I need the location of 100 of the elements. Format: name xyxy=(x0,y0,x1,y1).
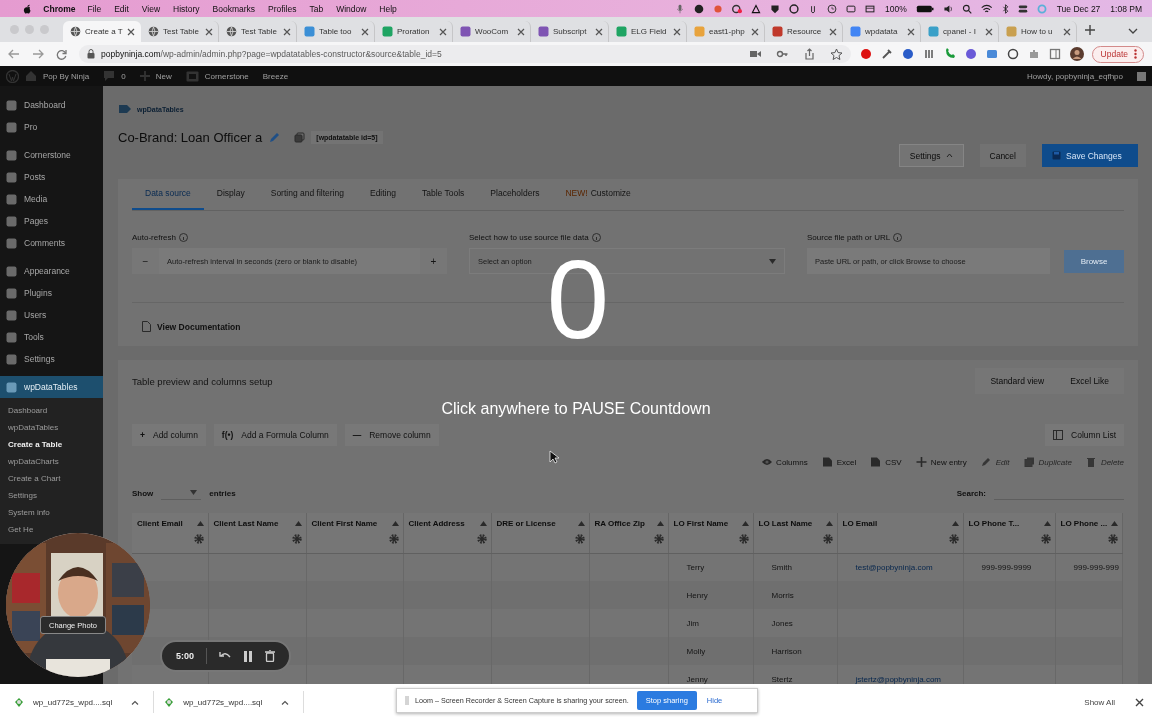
share-icon[interactable] xyxy=(802,48,816,60)
plus-button[interactable]: + xyxy=(420,248,447,274)
update-button[interactable]: Update xyxy=(1091,45,1144,63)
submenu-item[interactable]: Create a Table xyxy=(8,436,63,453)
email-link[interactable]: test@popbyninja.com xyxy=(855,562,933,572)
sort-icon[interactable] xyxy=(479,521,487,526)
volume-icon[interactable] xyxy=(943,3,954,14)
admin-bar-link[interactable]: Cornerstone xyxy=(204,71,249,81)
apple-icon[interactable] xyxy=(23,3,32,14)
sort-icon[interactable] xyxy=(656,521,664,526)
sort-icon[interactable] xyxy=(951,521,959,526)
reload-icon[interactable] xyxy=(56,48,67,60)
sort-icon[interactable] xyxy=(577,521,585,526)
extension-icon[interactable] xyxy=(1006,48,1019,60)
menu-item[interactable]: History xyxy=(173,3,200,14)
column-action-button[interactable]: — Remove column xyxy=(344,424,439,446)
bluetooth-icon[interactable] xyxy=(1001,3,1009,14)
column-header[interactable]: LO First Name xyxy=(673,519,729,528)
extension-icon[interactable] xyxy=(964,48,977,60)
sidebar-item[interactable]: Pages xyxy=(0,210,103,232)
column-header[interactable]: LO Phone ... xyxy=(1060,519,1108,528)
gear-icon[interactable] xyxy=(1040,534,1051,544)
sort-icon[interactable] xyxy=(391,521,399,526)
column-header[interactable]: Client Email xyxy=(137,519,183,528)
extension-icon[interactable] xyxy=(1048,48,1061,60)
new-tab-icon[interactable] xyxy=(1085,25,1095,35)
window-icon[interactable] xyxy=(865,3,876,14)
column-header[interactable]: RA Office Zip xyxy=(594,519,645,528)
star-icon[interactable] xyxy=(829,48,843,60)
new-link[interactable]: New xyxy=(155,71,172,81)
pause-icon[interactable] xyxy=(243,650,253,662)
browser-tab[interactable]: Create a T xyxy=(63,21,141,42)
submenu-item[interactable]: System info xyxy=(8,504,50,521)
column-header[interactable]: Client Last Name xyxy=(213,519,279,528)
submenu-item[interactable]: wpDataCharts xyxy=(8,453,59,470)
settings-tab[interactable]: Editing xyxy=(356,179,409,210)
cancel-button[interactable]: Cancel xyxy=(979,144,1026,167)
menu-item[interactable]: Help xyxy=(379,3,397,14)
gear-icon[interactable] xyxy=(822,534,833,544)
view-toggle[interactable]: Standard view xyxy=(978,371,1057,391)
trash-icon[interactable] xyxy=(265,650,275,662)
switches-icon[interactable] xyxy=(1017,3,1028,14)
menu-item[interactable]: Edit xyxy=(114,3,129,14)
circle-icon[interactable] xyxy=(694,3,705,14)
extension-icon[interactable] xyxy=(901,48,914,60)
column-header[interactable]: LO Phone T... xyxy=(968,519,1020,528)
back-icon[interactable] xyxy=(8,49,20,59)
gear-icon[interactable] xyxy=(738,534,749,544)
microphone-icon[interactable] xyxy=(675,3,686,14)
sort-icon[interactable] xyxy=(196,521,204,526)
close-icon[interactable] xyxy=(205,27,213,36)
menu-item[interactable]: Profiles xyxy=(268,3,297,14)
sort-icon[interactable] xyxy=(1110,521,1118,526)
sort-icon[interactable] xyxy=(741,521,749,526)
toolbar-button[interactable]: CSV xyxy=(870,457,902,467)
extension-icon[interactable] xyxy=(922,48,935,60)
gear-icon[interactable] xyxy=(948,534,959,544)
close-icon[interactable] xyxy=(1135,697,1144,707)
close-icon[interactable] xyxy=(829,27,837,36)
close-icon[interactable] xyxy=(283,27,291,36)
column-list-button[interactable]: Column List xyxy=(1045,424,1124,446)
close-icon[interactable] xyxy=(595,27,603,36)
settings-button[interactable]: Settings xyxy=(898,144,964,167)
sidebar-item[interactable]: Users xyxy=(0,304,103,326)
sort-icon[interactable] xyxy=(825,521,833,526)
column-header[interactable]: DRE or License xyxy=(496,519,556,528)
submenu-item[interactable]: Settings xyxy=(8,487,37,504)
close-icon[interactable] xyxy=(127,27,135,36)
download-item[interactable]: wp_ud772s_wpd....sql xyxy=(14,691,155,713)
window-icon[interactable] xyxy=(846,3,857,14)
site-link[interactable]: Pop By Ninja xyxy=(43,71,90,81)
forward-icon[interactable] xyxy=(32,49,44,59)
close-icon[interactable] xyxy=(1063,27,1071,36)
settings-tab[interactable]: Table Tools xyxy=(408,179,478,210)
gear-icon[interactable] xyxy=(193,534,204,544)
settings-tab[interactable]: Display xyxy=(203,179,258,210)
circle-icon[interactable] xyxy=(789,3,800,14)
show-all-button[interactable]: Show All xyxy=(1074,693,1125,711)
app-menu[interactable]: Chrome xyxy=(43,3,76,14)
wifi-icon[interactable] xyxy=(981,3,993,14)
extension-icon[interactable] xyxy=(880,48,893,60)
close-icon[interactable] xyxy=(673,27,681,36)
sidebar-item[interactable]: Settings xyxy=(0,348,103,370)
view-toggle[interactable]: Excel Like xyxy=(1058,371,1121,391)
settings-tab[interactable]: Placeholders xyxy=(477,179,553,210)
sort-icon[interactable] xyxy=(294,521,302,526)
column-header[interactable]: LO Email xyxy=(842,519,878,528)
copy-icon[interactable] xyxy=(294,132,306,143)
battery-icon[interactable] xyxy=(915,3,935,14)
menu-item[interactable]: View xyxy=(141,3,161,14)
greeting-link[interactable]: Howdy, popbyninja_eqfhpo xyxy=(1027,71,1123,81)
browse-button[interactable]: Browse xyxy=(1064,249,1124,273)
gear-icon[interactable] xyxy=(574,534,585,544)
column-action-button[interactable]: f(•) Add a Formula Column xyxy=(213,424,337,446)
sort-icon[interactable] xyxy=(1043,521,1051,526)
menu-item[interactable]: File xyxy=(87,3,102,14)
camera-icon[interactable] xyxy=(748,48,762,60)
column-action-button[interactable]: + Add column xyxy=(132,424,206,446)
table-title[interactable]: Co-Brand: Loan Officer a xyxy=(118,130,263,145)
gear-icon[interactable] xyxy=(291,534,302,544)
